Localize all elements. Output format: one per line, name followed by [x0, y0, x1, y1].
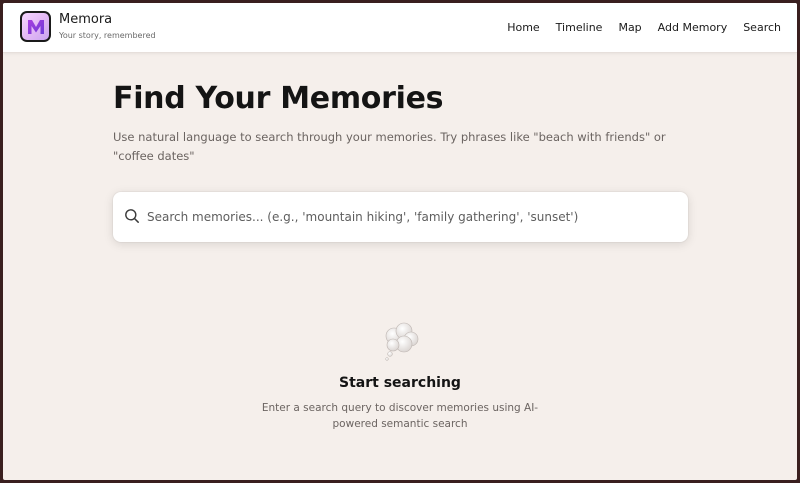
search-icon: [124, 208, 140, 228]
memora-logo[interactable]: [20, 11, 51, 42]
nav-home[interactable]: Home: [507, 21, 539, 34]
nav-search[interactable]: Search: [743, 21, 781, 34]
thought-bubble-icon: [382, 322, 420, 362]
search-box[interactable]: [113, 192, 688, 242]
empty-state-title: Start searching: [339, 375, 461, 391]
brand-name: Memora: [59, 12, 113, 27]
nav-timeline[interactable]: Timeline: [556, 21, 603, 34]
search-input[interactable]: [147, 192, 677, 242]
brand-tagline: Your story, remembered: [59, 31, 156, 40]
page-title: Find Your Memories: [113, 81, 444, 116]
page-subtitle: Use natural language to search through y…: [113, 130, 666, 163]
nav-add-memory[interactable]: Add Memory: [658, 21, 728, 34]
main-nav: Home Timeline Map Add Memory Search: [507, 21, 781, 34]
top-header: Memora Your story, remembered Home Timel…: [3, 3, 797, 53]
nav-map[interactable]: Map: [618, 21, 641, 34]
app-window: Memora Your story, remembered Home Timel…: [3, 3, 797, 480]
empty-state-description: Enter a search query to discover memorie…: [261, 402, 539, 430]
logo-m-icon: [22, 13, 49, 40]
